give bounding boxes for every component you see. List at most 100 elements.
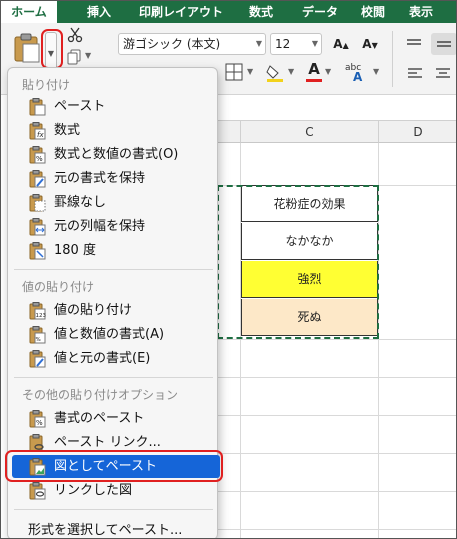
- align-top-icon[interactable]: [405, 37, 423, 51]
- cell-c-strong[interactable]: 強烈: [241, 261, 378, 298]
- menu-item-label: 元の書式を保持: [54, 171, 146, 186]
- tab-review[interactable]: 校閲: [353, 1, 393, 23]
- menu-separator: [14, 269, 213, 270]
- svg-text:%: %: [36, 155, 43, 163]
- phonetic-button[interactable]: abc A: [345, 63, 371, 84]
- section-paste-header: 貼り付け: [22, 78, 71, 92]
- menu-item-paste-special[interactable]: 形式を選択してペースト...: [28, 519, 182, 538]
- phonetic-dropdown-icon[interactable]: ▼: [373, 67, 379, 76]
- scissors-icon[interactable]: [67, 27, 83, 43]
- menu-item-paste-formatting[interactable]: % 書式のペースト: [22, 407, 212, 430]
- clipboard-no-border-icon: [29, 194, 46, 212]
- font-name-value: 游ゴシック (本文): [123, 37, 221, 51]
- font-color-letter: A: [308, 60, 320, 78]
- clipboard-brush-icon: [29, 170, 46, 188]
- paste-dropdown-highlight: [41, 29, 63, 69]
- menu-item-label: 罫線なし: [54, 195, 107, 210]
- menu-item-label: 値の貼り付け: [54, 303, 133, 318]
- grow-font-button[interactable]: A▲: [330, 33, 352, 55]
- section-values-header: 値の貼り付け: [22, 280, 95, 294]
- cell-c-effect[interactable]: 花粉症の効果: [241, 185, 378, 222]
- menu-item-label: 数式: [54, 123, 81, 138]
- align-left-icon[interactable]: [407, 67, 423, 81]
- svg-text:123: 123: [36, 313, 47, 319]
- menu-item-values-source-format[interactable]: 値と元の書式(E): [22, 347, 212, 370]
- menu-item-label: 値と元の書式(E): [54, 351, 151, 366]
- font-size-select[interactable]: 12 ▼: [270, 33, 322, 55]
- menu-item-no-borders[interactable]: 罫線なし: [22, 191, 212, 214]
- formula-bar[interactable]: [217, 96, 456, 121]
- svg-text:%: %: [36, 419, 43, 427]
- align-middle-icon: [437, 41, 451, 47]
- menu-item-keep-source-formatting[interactable]: 元の書式を保持: [22, 167, 212, 190]
- clipboard-formula-icon: fx: [29, 122, 46, 140]
- menu-separator: [14, 377, 213, 378]
- chevron-down-icon: ▼: [255, 39, 262, 48]
- grow-font-label: A: [333, 37, 343, 51]
- column-header-d[interactable]: D: [379, 121, 456, 143]
- tab-home[interactable]: ホーム: [1, 1, 57, 23]
- ribbon-divider: [392, 31, 393, 87]
- paste-as-picture-highlight: [5, 450, 223, 482]
- clipboard-icon: [29, 98, 46, 116]
- cell-c-nakanaka[interactable]: なかなか: [241, 223, 378, 260]
- menu-item-formulas-number-format[interactable]: % 数式と数値の書式(O): [22, 143, 212, 166]
- gridline: [217, 529, 456, 530]
- menu-item-transpose[interactable]: 180 度: [22, 239, 212, 262]
- gridline: [217, 339, 456, 340]
- font-color-swatch: [306, 79, 322, 82]
- font-color-dropdown-icon[interactable]: ▼: [325, 67, 331, 76]
- menu-item-label: 書式のペースト: [54, 411, 145, 426]
- copy-dropdown-icon[interactable]: ▼: [85, 51, 91, 60]
- menu-item-values-number-format[interactable]: % 値と数値の書式(A): [22, 323, 212, 346]
- column-header-c[interactable]: C: [241, 121, 379, 143]
- copy-icon[interactable]: [67, 49, 83, 65]
- excel-window: ホーム 挿入 印刷レイアウト 数式 データ 校閲 表示 ▼ ▼ 游ゴシック (本…: [0, 0, 457, 539]
- tab-insert[interactable]: 挿入: [79, 1, 119, 23]
- ribbon-tab-bar: ホーム 挿入 印刷レイアウト 数式 データ 校閲 表示: [1, 1, 456, 23]
- gridline: [217, 453, 456, 454]
- svg-text:%: %: [36, 337, 41, 343]
- tab-formulas[interactable]: 数式: [241, 1, 281, 23]
- column-header-b[interactable]: [217, 121, 241, 143]
- menu-item-label: 数式と数値の書式(O): [54, 147, 179, 162]
- clipboard-123-percent-icon: %: [29, 326, 46, 344]
- font-color-button[interactable]: A: [305, 61, 323, 83]
- borders-icon[interactable]: [225, 63, 243, 81]
- font-name-select[interactable]: 游ゴシック (本文) ▼: [118, 33, 266, 55]
- align-center-icon[interactable]: [435, 67, 451, 81]
- shrink-font-label: A: [362, 37, 372, 51]
- clipboard-percent-icon: %: [29, 146, 46, 164]
- menu-item-label: 元の列幅を保持: [54, 219, 146, 234]
- menu-item-label: ペースト: [54, 99, 106, 114]
- chevron-down-icon: ▼: [311, 39, 318, 48]
- clipboard-icon[interactable]: [13, 33, 41, 63]
- tab-view[interactable]: 表示: [401, 1, 441, 23]
- gridline: [217, 377, 456, 378]
- menu-item-keep-column-width[interactable]: 元の列幅を保持: [22, 215, 212, 238]
- fill-color-dropdown-icon[interactable]: ▼: [288, 67, 294, 76]
- tab-page-layout[interactable]: 印刷レイアウト: [131, 1, 231, 23]
- section-other-header: その他の貼り付けオプション: [22, 388, 179, 402]
- gridline: [378, 143, 379, 538]
- clipboard-format-icon: %: [29, 410, 46, 428]
- shrink-font-button[interactable]: A▼: [358, 33, 382, 55]
- tab-data[interactable]: データ: [295, 1, 345, 23]
- gridline: [217, 491, 456, 492]
- fill-color-icon[interactable]: [265, 63, 285, 83]
- menu-item-label: 180 度: [54, 243, 96, 258]
- font-size-value: 12: [275, 37, 291, 51]
- clipboard-linked-picture-icon: [29, 482, 46, 500]
- menu-item-label: 値と数値の書式(A): [54, 327, 165, 342]
- menu-item-linked-picture[interactable]: リンクした図: [22, 479, 212, 502]
- menu-separator: [14, 509, 213, 510]
- clipboard-transpose-icon: [29, 242, 46, 260]
- borders-dropdown-icon[interactable]: ▼: [247, 67, 253, 76]
- menu-item-label: リンクした図: [54, 483, 133, 498]
- clipboard-123-brush-icon: [29, 350, 46, 368]
- menu-item-paste[interactable]: ペースト: [22, 95, 212, 118]
- align-middle-button[interactable]: [431, 33, 456, 55]
- cell-c-die[interactable]: 死ぬ: [241, 299, 378, 336]
- menu-item-paste-values[interactable]: 123 値の貼り付け: [22, 299, 212, 322]
- menu-item-formulas[interactable]: fx 数式: [22, 119, 212, 142]
